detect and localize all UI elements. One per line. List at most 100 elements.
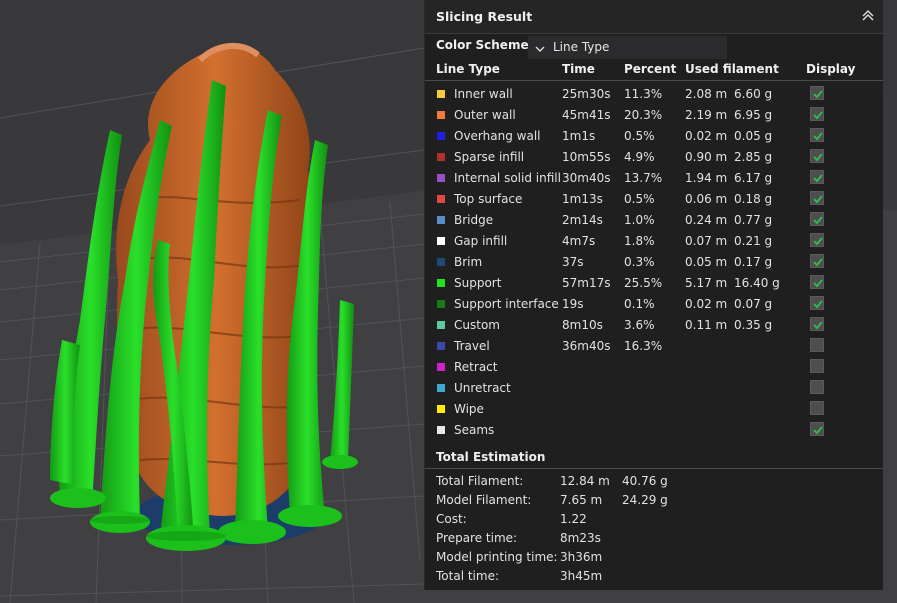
- line-type-weight: 16.40 g: [734, 276, 780, 290]
- total-row: Model printing time: 3h36m: [425, 550, 883, 568]
- display-checkbox[interactable]: [810, 86, 824, 100]
- color-swatch: [437, 132, 445, 140]
- line-type-length: 0.06 m: [685, 192, 728, 206]
- color-swatch: [437, 90, 445, 98]
- display-checkbox[interactable]: [810, 254, 824, 268]
- line-type-percent: 3.6%: [624, 318, 655, 332]
- line-type-row: Outer wall 45m41s 20.3% 2.19 m 6.95 g: [425, 105, 883, 126]
- total-value: 8m23s: [560, 531, 601, 545]
- total-value-secondary: 40.76 g: [622, 474, 668, 488]
- display-checkbox[interactable]: [810, 338, 824, 352]
- line-type-percent: 4.9%: [624, 150, 655, 164]
- header-display: Display: [806, 62, 856, 76]
- line-type-row: Bridge 2m14s 1.0% 0.24 m 0.77 g: [425, 210, 883, 231]
- line-type-name: Travel: [454, 339, 490, 353]
- color-scheme-dropdown[interactable]: Line Type: [528, 36, 727, 59]
- checkmark-icon: [813, 300, 823, 309]
- display-checkbox[interactable]: [810, 401, 824, 415]
- line-type-weight: 0.21 g: [734, 234, 773, 248]
- line-type-percent: 0.5%: [624, 192, 655, 206]
- display-checkbox[interactable]: [810, 107, 824, 121]
- line-type-name: Seams: [454, 423, 495, 437]
- display-checkbox[interactable]: [810, 275, 824, 289]
- total-row: Prepare time: 8m23s: [425, 531, 883, 549]
- line-type-name: Unretract: [454, 381, 511, 395]
- checkmark-icon: [813, 174, 823, 183]
- line-type-percent: 0.1%: [624, 297, 655, 311]
- total-label: Total Filament:: [436, 474, 524, 488]
- line-type-weight: 6.17 g: [734, 171, 773, 185]
- line-type-time: 2m14s: [562, 213, 603, 227]
- color-swatch: [437, 405, 445, 413]
- line-type-name: Wipe: [454, 402, 484, 416]
- display-checkbox[interactable]: [810, 422, 824, 436]
- line-type-name: Custom: [454, 318, 500, 332]
- total-label: Model printing time:: [436, 550, 558, 564]
- checkmark-icon: [813, 111, 823, 120]
- line-type-length: 0.11 m: [685, 318, 728, 332]
- display-checkbox[interactable]: [810, 296, 824, 310]
- line-type-row: Gap infill 4m7s 1.8% 0.07 m 0.21 g: [425, 231, 883, 252]
- line-type-weight: 6.60 g: [734, 87, 773, 101]
- checkmark-icon: [813, 90, 823, 99]
- line-type-time: 25m30s: [562, 87, 611, 101]
- checkmark-icon: [813, 279, 823, 288]
- total-value: 12.84 m: [560, 474, 610, 488]
- line-type-row: Brim 37s 0.3% 0.05 m 0.17 g: [425, 252, 883, 273]
- total-label: Total time:: [436, 569, 499, 583]
- line-type-name: Top surface: [454, 192, 523, 206]
- line-type-weight: 0.35 g: [734, 318, 773, 332]
- display-checkbox[interactable]: [810, 128, 824, 142]
- display-checkbox[interactable]: [810, 191, 824, 205]
- line-type-time: 1m1s: [562, 129, 596, 143]
- line-type-name: Bridge: [454, 213, 494, 227]
- line-type-time: 8m10s: [562, 318, 603, 332]
- line-type-row: Wipe: [425, 399, 883, 420]
- line-type-name: Overhang wall: [454, 129, 541, 143]
- line-type-percent: 20.3%: [624, 108, 663, 122]
- line-type-time: 19s: [562, 297, 584, 311]
- display-checkbox[interactable]: [810, 149, 824, 163]
- line-type-percent: 0.3%: [624, 255, 655, 269]
- line-type-percent: 11.3%: [624, 87, 663, 101]
- line-type-time: 37s: [562, 255, 584, 269]
- line-type-name: Internal solid infill: [454, 171, 561, 185]
- line-type-name: Inner wall: [454, 87, 513, 101]
- total-row: Model Filament: 7.65 m 24.29 g: [425, 493, 883, 511]
- color-swatch: [437, 237, 445, 245]
- total-row: Total Filament: 12.84 m 40.76 g: [425, 474, 883, 492]
- line-type-row: Travel 36m40s 16.3%: [425, 336, 883, 357]
- collapse-icon[interactable]: [859, 7, 877, 25]
- line-type-name: Gap infill: [454, 234, 508, 248]
- display-checkbox[interactable]: [810, 170, 824, 184]
- line-type-weight: 0.18 g: [734, 192, 773, 206]
- display-checkbox[interactable]: [810, 233, 824, 247]
- display-checkbox[interactable]: [810, 380, 824, 394]
- panel-title: Slicing Result: [436, 9, 533, 24]
- checkmark-icon: [813, 237, 823, 246]
- color-swatch: [437, 342, 445, 350]
- line-type-time: 4m7s: [562, 234, 596, 248]
- header-time: Time: [562, 62, 595, 76]
- line-type-weight: 0.05 g: [734, 129, 773, 143]
- panel-header: Slicing Result: [425, 0, 883, 34]
- display-checkbox[interactable]: [810, 359, 824, 373]
- line-type-row: Sparse infill 10m55s 4.9% 0.90 m 2.85 g: [425, 147, 883, 168]
- line-type-time: 10m55s: [562, 150, 611, 164]
- line-type-row: Internal solid infill 30m40s 13.7% 1.94 m 6.…: [425, 168, 883, 189]
- color-scheme-label: Color Scheme: [436, 38, 529, 52]
- line-type-weight: 2.85 g: [734, 150, 773, 164]
- line-type-length: 0.24 m: [685, 213, 728, 227]
- color-swatch: [437, 216, 445, 224]
- total-value: 3h45m: [560, 569, 603, 583]
- line-type-row: Unretract: [425, 378, 883, 399]
- line-type-length: 2.19 m: [685, 108, 728, 122]
- line-type-name: Sparse infill: [454, 150, 525, 164]
- color-swatch: [437, 384, 445, 392]
- line-type-row: Seams: [425, 420, 883, 441]
- display-checkbox[interactable]: [810, 212, 824, 226]
- line-type-row: Support 57m17s 25.5% 5.17 m 16.40 g: [425, 273, 883, 294]
- display-checkbox[interactable]: [810, 317, 824, 331]
- line-type-time: 36m40s: [562, 339, 611, 353]
- chevron-down-icon: [535, 40, 545, 52]
